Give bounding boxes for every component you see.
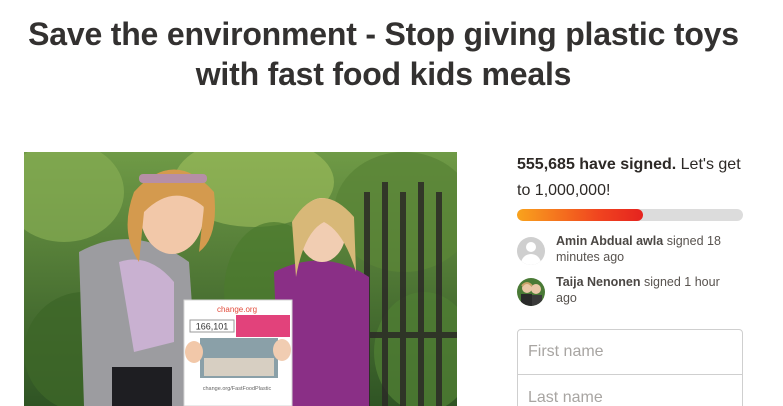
recent-signer-text: Amin Abdual awla signed 18 minutes ago xyxy=(556,233,743,265)
last-name-input[interactable] xyxy=(518,375,742,406)
recent-signer: Amin Abdual awla signed 18 minutes ago xyxy=(517,233,743,265)
recent-signer-text: Taija Nenonen signed 1 hour ago xyxy=(556,274,743,306)
sign-brand: change.org xyxy=(217,305,257,314)
signature-progress-bar xyxy=(517,209,743,221)
fence xyxy=(354,182,457,406)
hero-photo: change.org 166,101 change.org/FastFoodPl… xyxy=(24,152,457,406)
sign-count: 166,101 xyxy=(196,322,229,332)
signature-progress-fill xyxy=(517,209,643,221)
signature-panel: 555,685 have signed. Let's get to 1,000,… xyxy=(517,152,743,204)
generic-user-icon xyxy=(517,237,545,265)
signature-count: 555,685 have signed. xyxy=(517,156,677,173)
user-photo-avatar xyxy=(517,278,545,306)
recent-signer: Taija Nenonen signed 1 hour ago xyxy=(517,274,743,306)
petition-title-line2: with fast food kids meals xyxy=(195,56,572,92)
petition-hero-image: change.org 166,101 change.org/FastFoodPl… xyxy=(24,152,457,406)
petition-title: Save the environment - Stop giving plast… xyxy=(0,14,767,94)
petition-title-line1: Save the environment - Stop giving plast… xyxy=(28,16,739,52)
recent-signer-name: Taija Nenonen xyxy=(556,275,641,289)
first-name-input[interactable] xyxy=(518,330,742,375)
recent-signer-name: Amin Abdual awla xyxy=(556,234,664,248)
signature-form xyxy=(517,329,743,406)
sign-url: change.org/FastFoodPlastic xyxy=(203,386,272,392)
signature-count-line: 555,685 have signed. Let's get to 1,000,… xyxy=(517,152,743,204)
